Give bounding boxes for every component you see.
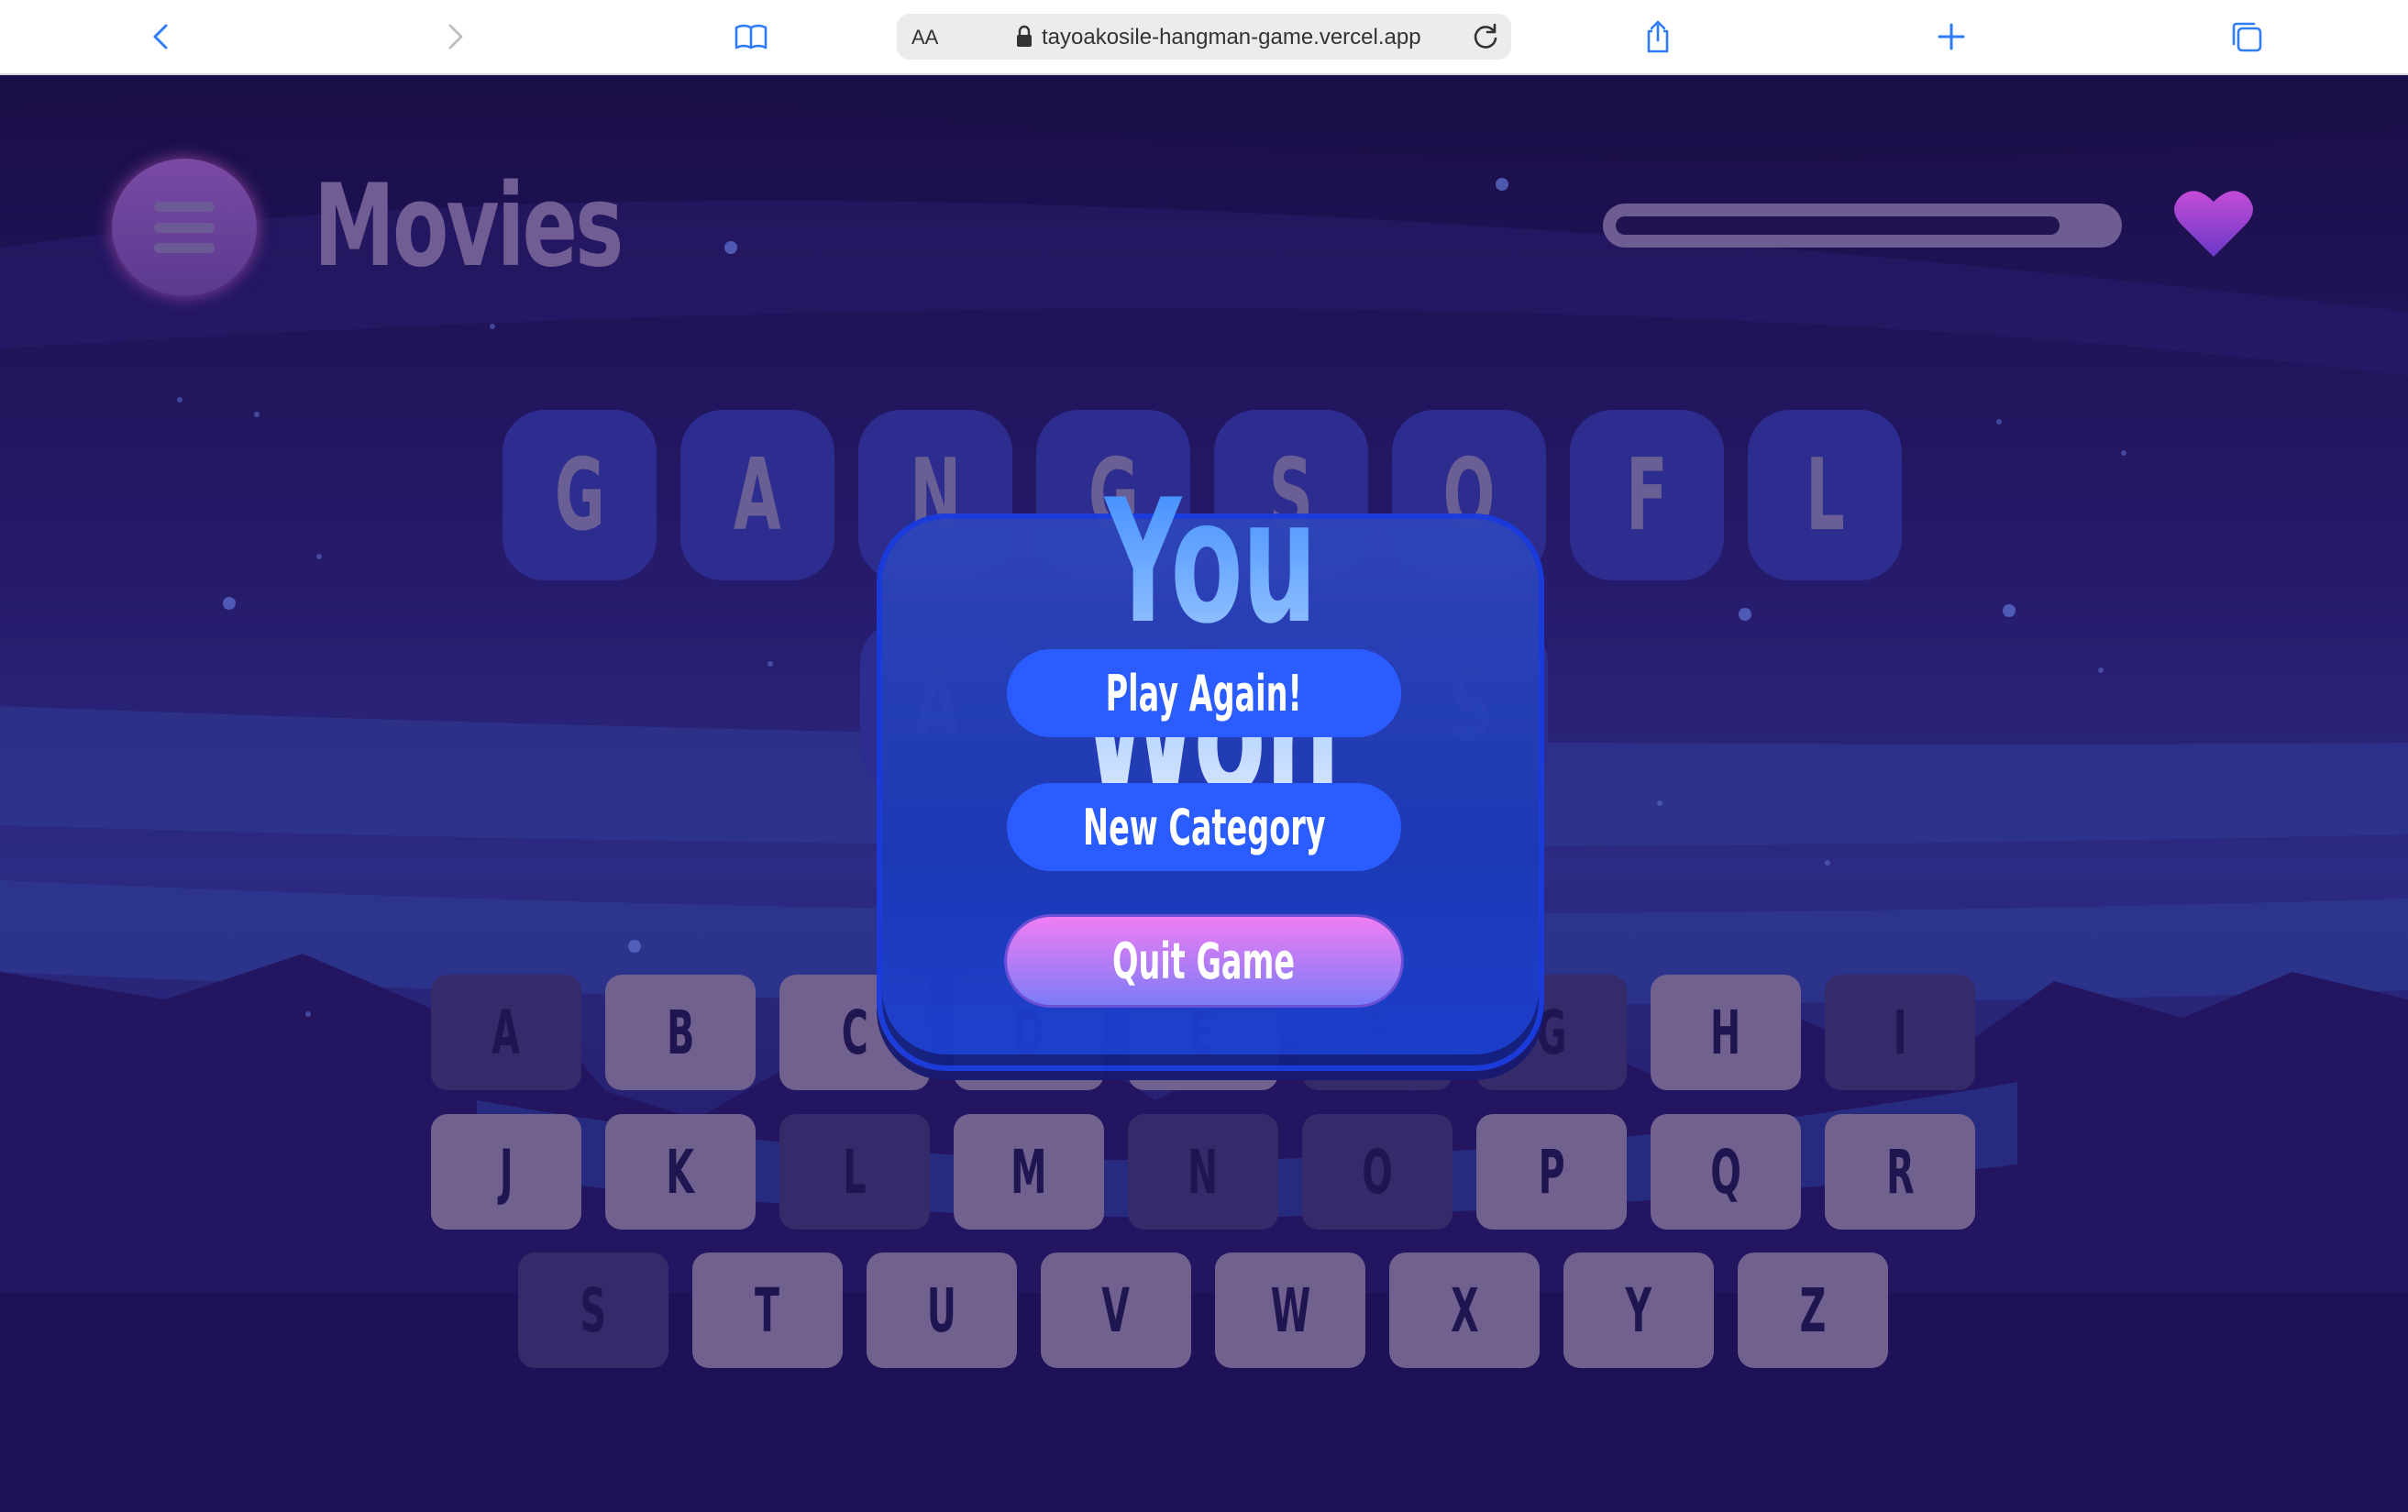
key-label: L bbox=[843, 1136, 867, 1208]
key-label: M bbox=[1011, 1136, 1047, 1208]
key-w[interactable]: W bbox=[1215, 1253, 1365, 1368]
key-label: A bbox=[492, 997, 521, 1068]
key-label: W bbox=[1270, 1275, 1310, 1346]
key-s: S bbox=[518, 1253, 668, 1368]
key-a: A bbox=[431, 975, 581, 1090]
modal-title: You Won bbox=[1029, 477, 1393, 818]
key-label: Y bbox=[1625, 1275, 1652, 1346]
key-label: C bbox=[841, 997, 868, 1068]
game-scene: Movies GANGSOFL AS ABCDEFGHIJKLMNOPQRSTU… bbox=[0, 73, 2408, 1512]
key-m[interactable]: M bbox=[954, 1114, 1104, 1230]
forward-icon[interactable] bbox=[435, 17, 475, 57]
quit-game-button[interactable]: Quit Game bbox=[1007, 917, 1401, 1005]
key-k[interactable]: K bbox=[605, 1114, 756, 1230]
word-tile-letter: G bbox=[554, 437, 605, 553]
key-label: U bbox=[926, 1275, 957, 1346]
health-bar bbox=[1603, 204, 2122, 248]
key-label: P bbox=[1538, 1136, 1565, 1208]
key-z[interactable]: Z bbox=[1738, 1253, 1888, 1368]
key-label: V bbox=[1101, 1275, 1131, 1346]
key-label: N bbox=[1187, 1136, 1219, 1208]
word-tile-letter: F bbox=[1626, 437, 1668, 553]
new-category-button[interactable]: New Category bbox=[1007, 783, 1401, 871]
share-icon[interactable] bbox=[1638, 17, 1678, 57]
word-tile: G bbox=[503, 410, 657, 580]
new-tab-icon[interactable] bbox=[1931, 17, 1972, 57]
back-icon[interactable] bbox=[141, 17, 182, 57]
lock-icon bbox=[1017, 25, 1032, 47]
key-l: L bbox=[779, 1114, 930, 1230]
key-label: J bbox=[499, 1136, 514, 1208]
key-label: K bbox=[666, 1136, 695, 1208]
key-q[interactable]: Q bbox=[1651, 1114, 1801, 1230]
word-tile: A bbox=[680, 410, 834, 580]
hamburger-icon bbox=[154, 202, 215, 253]
key-p[interactable]: P bbox=[1476, 1114, 1627, 1230]
key-label: S bbox=[580, 1275, 607, 1346]
bookmarks-icon[interactable] bbox=[731, 17, 771, 57]
key-j[interactable]: J bbox=[431, 1114, 581, 1230]
menu-button[interactable] bbox=[112, 159, 257, 296]
key-label: R bbox=[1885, 1136, 1915, 1208]
key-v[interactable]: V bbox=[1041, 1253, 1191, 1368]
word-tile-letter: L bbox=[1805, 437, 1845, 553]
text-size-button[interactable]: AA bbox=[911, 26, 938, 50]
address-bar[interactable]: AA tayoakosile-hangman-game.vercel.app bbox=[897, 14, 1511, 60]
key-n: N bbox=[1128, 1114, 1278, 1230]
key-o: O bbox=[1302, 1114, 1453, 1230]
key-label: Q bbox=[1710, 1136, 1741, 1208]
key-label: O bbox=[1362, 1136, 1393, 1208]
reload-icon[interactable] bbox=[1469, 20, 1502, 53]
key-label: I bbox=[1893, 997, 1907, 1068]
key-t[interactable]: T bbox=[692, 1253, 843, 1368]
play-again-button[interactable]: Play Again! bbox=[1007, 649, 1401, 737]
key-y[interactable]: Y bbox=[1563, 1253, 1714, 1368]
heart-icon bbox=[2174, 191, 2253, 257]
key-label: T bbox=[755, 1275, 780, 1346]
word-tile: F bbox=[1570, 410, 1724, 580]
health-bar-fill bbox=[1616, 216, 2060, 235]
key-b[interactable]: B bbox=[605, 975, 756, 1090]
key-x[interactable]: X bbox=[1389, 1253, 1540, 1368]
browser-toolbar: AA tayoakosile-hangman-game.vercel.app bbox=[0, 0, 2408, 75]
key-label: H bbox=[1710, 997, 1741, 1068]
category-title: Movies bbox=[314, 160, 624, 292]
key-label: X bbox=[1450, 1275, 1479, 1346]
tabs-icon[interactable] bbox=[2226, 17, 2267, 57]
key-label: Z bbox=[1799, 1275, 1827, 1346]
url-text: tayoakosile-hangman-game.vercel.app bbox=[1042, 25, 1421, 50]
word-tile-letter: A bbox=[734, 437, 781, 553]
key-label: B bbox=[666, 997, 695, 1068]
word-tile: L bbox=[1748, 410, 1902, 580]
key-h[interactable]: H bbox=[1651, 975, 1801, 1090]
key-r[interactable]: R bbox=[1825, 1114, 1975, 1230]
key-i: I bbox=[1825, 975, 1975, 1090]
key-u[interactable]: U bbox=[867, 1253, 1017, 1368]
